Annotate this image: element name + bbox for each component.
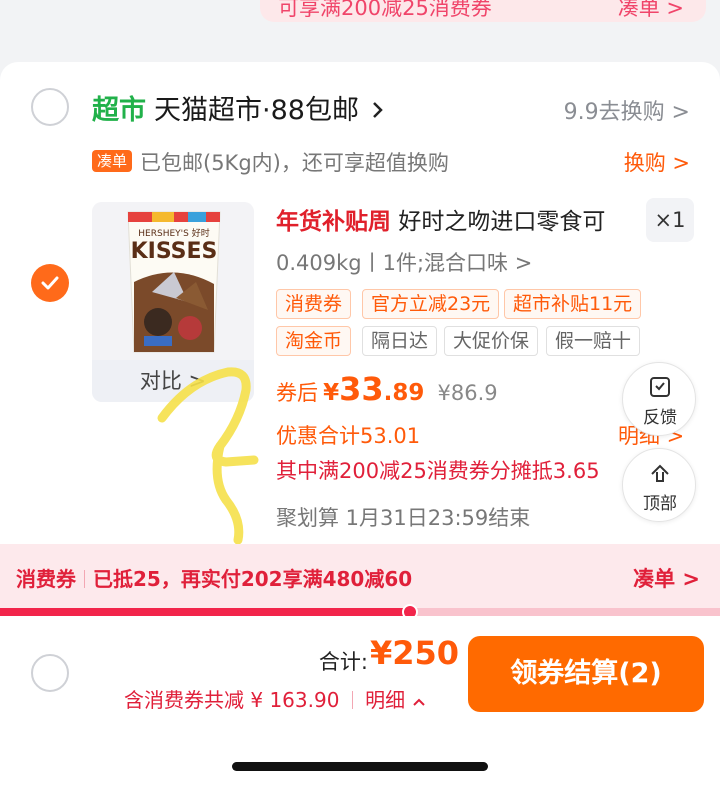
savings-detail-label: 明细 [365,688,406,712]
price-currency: ¥ [323,380,340,406]
tag-supermarket-subsidy: 超市补贴11元 [504,289,642,319]
tag-official-discount: 官方立减23元 [362,289,500,319]
store-card: 超市 天猫超市·88包邮 9.9去换购 > 凑单 已包邮(5Kg内)，还可享超值… [0,62,720,544]
sku-selector[interactable]: 0.409kg丨1件;混合口味 > [276,247,532,277]
coupon-label: 消费券 [16,567,76,591]
back-to-top-label: 顶部 [643,494,677,514]
product-title[interactable]: 年货补贴周 好时之吻进口零食可 [276,202,605,236]
shipping-text: 已包邮(5Kg内)，还可享超值换购 [140,151,449,175]
tag-taojinbi: 淘金币 [276,326,352,356]
promo-text: 可享满200减25消费券 [278,0,492,20]
home-indicator [232,762,488,771]
coupon-allocation: 其中满200减25消费券分摊抵3.65 [276,459,600,483]
coupon-progress-track [0,604,720,620]
tag-coupon: 消费券 [276,289,352,319]
divider [84,570,85,588]
checkout-button[interactable]: 领券结算(2) [468,636,704,712]
discount-total: 优惠合计53.01 [276,424,421,448]
divider [351,691,353,709]
back-to-top-button[interactable]: 顶部 [622,448,696,522]
coupon-status-text: 已抵25，再实付202享满480减60 [93,567,413,591]
checkout-footer: 合计: ¥250 含消费券共减 ¥ 163.90 明细 领券结算(2) [0,616,720,785]
promo-highlight: 年货补贴周 [276,209,391,235]
coupon-progress-text: 消费券 已抵25，再实付202享满480减60 [16,563,412,592]
savings-text: 含消费券共减 ¥ 163.90 [124,688,340,712]
price-integer: 33 [339,370,384,408]
quantity-badge[interactable]: ×1 [646,198,694,242]
savings-summary[interactable]: 含消费券共减 ¥ 163.90 明细 [124,684,426,713]
chevron-right-icon [372,102,383,118]
juhuasuan-deadline: 聚划算 1月31日23:59结束 [276,506,531,530]
exchange-link[interactable]: 换购 > [624,147,690,177]
price-after-coupon-label: 券后 [276,381,318,405]
store-header: 超市 天猫超市·88包邮 9.9去换购 > [0,86,720,130]
feedback-icon [650,377,670,397]
arrow-up-icon [651,464,669,482]
total-amount: ¥250 [370,634,460,672]
feedback-label: 反馈 [643,408,677,428]
check-icon [41,276,59,290]
tag-price-protect: 大促价保 [444,326,539,356]
store-name-label: 天猫超市·88包邮 [154,95,359,126]
product-title-text: 好时之吻进口零食可 [398,209,606,235]
kisses-bag-image: HERSHEY'S 好时 KISSES [92,202,254,362]
exchange-purchase-link[interactable]: 9.9去换购 > [564,94,690,126]
coupon-bundle-link[interactable]: 凑单 > [633,563,700,593]
feedback-button[interactable]: 反馈 [622,362,696,436]
chevron-up-icon [412,698,425,706]
coupon-progress-fill [0,608,411,616]
select-all-checkbox[interactable] [31,654,69,692]
tag-next-day: 隔日达 [362,326,438,356]
item-select-checkbox[interactable] [31,264,69,302]
bag-brand-text: KISSES [131,239,218,264]
shipping-row: 凑单 已包邮(5Kg内)，还可享超值换购 换购 > [0,146,720,180]
svg-text:HERSHEY'S 好时: HERSHEY'S 好时 [138,227,209,239]
handwritten-scribble [157,367,259,545]
coupon-progress-bar[interactable]: 消费券 已抵25，再实付202享满480减60 凑单 > [0,544,720,610]
store-name-link[interactable]: 天猫超市·88包邮 [154,88,384,127]
coupon-promo-banner: 可享满200减25消费券 凑单 > [260,0,706,22]
store-type-tag: 超市 [92,95,146,126]
bundle-tag: 凑单 [92,150,133,172]
tag-authentic: 假一赔十 [546,326,641,356]
total-label: 合计: [318,650,368,674]
promo-action-link[interactable]: 凑单 > [618,0,684,22]
price-decimal: .89 [383,380,425,406]
price-row: 券后 ¥33.89 ¥86.9 [276,370,498,408]
original-price: ¥86.9 [437,381,498,405]
